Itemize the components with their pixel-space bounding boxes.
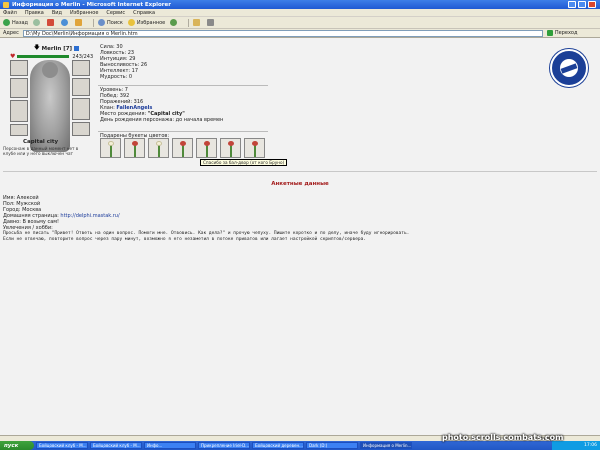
address-label: Адрес bbox=[3, 30, 19, 36]
menu-view[interactable]: Вид bbox=[52, 10, 62, 16]
character-name: 🡇 Merlin [7] bbox=[34, 44, 80, 53]
down-arrow-icon: 🡇 bbox=[34, 45, 40, 51]
hp-line: ♥ 243/243 bbox=[10, 53, 93, 60]
gloves-slot[interactable] bbox=[72, 78, 90, 96]
print-button[interactable] bbox=[207, 19, 216, 26]
taskbar-item[interactable]: Бойцовский клуб - М... bbox=[36, 442, 88, 449]
window-title: Информация о Merlin - Microsoft Internet… bbox=[12, 1, 171, 8]
bouquet-item[interactable] bbox=[172, 138, 193, 158]
home-button[interactable] bbox=[75, 19, 84, 26]
taskbar-item[interactable]: Dark (D:) bbox=[306, 442, 358, 449]
stop-icon bbox=[47, 19, 55, 26]
bouquet-item[interactable] bbox=[220, 138, 241, 158]
search-icon bbox=[98, 19, 106, 26]
window-title-bar: Информация о Merlin - Microsoft Internet… bbox=[0, 0, 600, 9]
stat-wisdom: Мудрость: 0 bbox=[100, 74, 133, 80]
forward-button[interactable] bbox=[33, 19, 42, 26]
go-button[interactable]: Переход bbox=[546, 30, 577, 36]
bouquet-item[interactable] bbox=[148, 138, 169, 158]
menu-bar: Файл Правка Вид Избранное Сервис Справка bbox=[0, 9, 600, 17]
menu-edit[interactable]: Правка bbox=[25, 10, 44, 16]
go-arrow-icon bbox=[546, 30, 553, 36]
taskbar-item[interactable]: Бойцовский клуб - М... bbox=[90, 442, 142, 449]
star-icon bbox=[127, 19, 135, 26]
close-button[interactable] bbox=[588, 1, 596, 8]
system-tray: 17:06 bbox=[552, 441, 600, 450]
taskbar-item[interactable]: Прикрепление Iriel-D... bbox=[198, 442, 250, 449]
toolbar-separator bbox=[188, 18, 190, 27]
ie-icon bbox=[3, 1, 9, 8]
minimize-button[interactable] bbox=[568, 1, 576, 8]
profile-text-2: Если не отвечаю, повторите вопрос через … bbox=[3, 237, 367, 242]
divider bbox=[98, 85, 268, 86]
bouquet-item[interactable] bbox=[124, 138, 145, 158]
boots-slot[interactable] bbox=[72, 122, 90, 136]
amulet-slot[interactable] bbox=[72, 60, 90, 76]
search-button[interactable]: Поиск bbox=[98, 19, 123, 26]
info-icon[interactable] bbox=[74, 46, 80, 51]
stop-button[interactable] bbox=[47, 19, 56, 26]
menu-file[interactable]: Файл bbox=[3, 10, 17, 16]
media-icon bbox=[170, 19, 178, 26]
maximize-button[interactable] bbox=[578, 1, 586, 8]
divider bbox=[98, 131, 268, 132]
bouquet-item[interactable] bbox=[196, 138, 217, 158]
mail-button[interactable] bbox=[193, 19, 202, 26]
bouquets-row bbox=[100, 138, 268, 158]
armor-slot[interactable] bbox=[10, 100, 28, 122]
shield-slot[interactable] bbox=[72, 98, 90, 120]
page-content: 🡇 Merlin [7] ♥ 243/243 Capital city Перс… bbox=[0, 38, 600, 435]
back-button[interactable]: Назад bbox=[3, 19, 28, 26]
helmet-slot[interactable] bbox=[10, 60, 28, 76]
taskbar: пуск Бойцовский клуб - М... Бойцовский к… bbox=[0, 441, 600, 450]
homepage-link[interactable]: http://delphi.mastak.ru/ bbox=[60, 213, 119, 219]
print-icon bbox=[207, 19, 215, 26]
menu-help[interactable]: Справка bbox=[133, 10, 155, 16]
city-note: Персонаж в данный момент нет в клубе или… bbox=[3, 146, 79, 156]
progress-info: Уровень: 7 Побед: 392 Поражений: 316 Кла… bbox=[100, 87, 223, 123]
heart-icon: ♥ bbox=[10, 53, 16, 60]
forward-arrow-icon bbox=[33, 19, 41, 26]
hp-bar bbox=[17, 55, 70, 58]
address-input[interactable]: D:\My Doc\Merlin\Информация о Merlin.htm bbox=[22, 29, 543, 37]
bouquet-item[interactable] bbox=[100, 138, 121, 158]
profile-details: Имя: Алексей Пол: Мужской Город: Москва … bbox=[3, 195, 409, 243]
toolbar: Назад Поиск Избранное bbox=[0, 17, 600, 29]
back-arrow-icon bbox=[3, 19, 10, 26]
city-name: Capital city bbox=[23, 139, 59, 145]
address-bar: Адрес D:\My Doc\Merlin\Информация о Merl… bbox=[0, 29, 600, 38]
clock: 17:06 bbox=[584, 443, 597, 448]
start-button[interactable]: пуск bbox=[0, 441, 34, 450]
favorites-button[interactable]: Избранное bbox=[127, 19, 165, 26]
home-icon bbox=[75, 19, 83, 26]
toolbar-separator bbox=[93, 18, 95, 27]
mail-icon bbox=[193, 19, 201, 26]
belt-slot[interactable] bbox=[10, 124, 28, 136]
refresh-button[interactable] bbox=[61, 19, 70, 26]
media-button[interactable] bbox=[170, 19, 179, 26]
bouquet-tooltip: Спасибо за бал-двор (от кого Бруно) bbox=[200, 159, 288, 166]
menu-tools[interactable]: Сервис bbox=[106, 10, 125, 16]
bouquet-item[interactable] bbox=[244, 138, 265, 158]
stats-list: Сила: 30 Ловкость: 23 Интуиция: 29 Вынос… bbox=[100, 44, 147, 80]
birthday-text: День рождения персонажа: до начала време… bbox=[100, 117, 224, 123]
divider bbox=[3, 171, 597, 172]
taskbar-item[interactable]: Инфо... bbox=[144, 442, 196, 449]
weapon-slot[interactable] bbox=[10, 78, 28, 98]
refresh-icon bbox=[61, 19, 69, 26]
taskbar-item[interactable]: Бойцовский деревен... bbox=[252, 442, 304, 449]
taskbar-item[interactable]: Информация о Merlin... bbox=[360, 442, 412, 449]
profile-heading: Анкетные данные bbox=[271, 181, 329, 187]
watermark: photo.scrolls.combats.com bbox=[442, 433, 564, 442]
combats-logo bbox=[550, 49, 588, 87]
menu-favorites[interactable]: Избранное bbox=[70, 10, 98, 16]
hp-value: 243/243 bbox=[72, 53, 94, 60]
